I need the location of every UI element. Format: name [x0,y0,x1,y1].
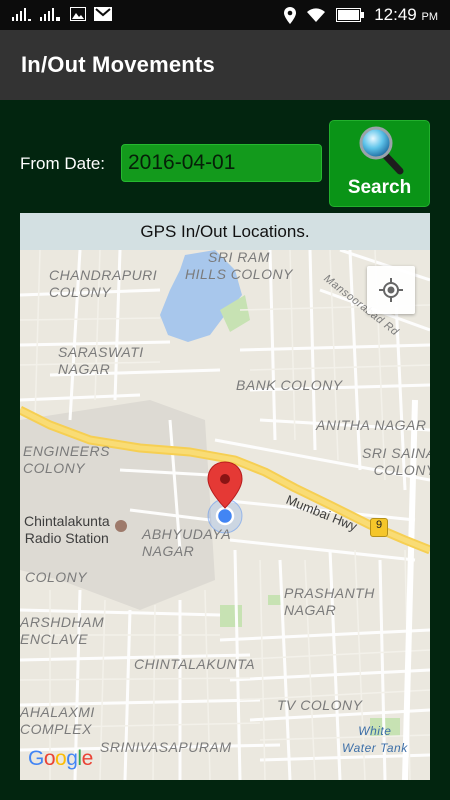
signal-2-icon [40,8,60,21]
magnifier-icon [359,126,404,175]
map-label-arshdham: ARSHDHAM ENCLAVE [20,614,105,647]
highway-shield: 9 [370,518,388,537]
map-label-sri-saina: SRI SAINA COLONY [362,445,430,478]
crosshair-icon [379,278,403,302]
map-label-srinivasapuram: SRINIVASAPURAM [100,739,232,755]
gallery-icon [70,7,86,21]
map-label-colony: COLONY [25,569,88,585]
map-label-anitha: ANITHA NAGAR [316,417,427,433]
page-title: In/Out Movements [21,52,215,77]
app-bar: In/Out Movements [0,30,450,100]
my-location-button[interactable] [367,266,415,314]
clock: 12:49 PM [374,5,438,24]
map-label-chandrapuri: CHANDRAPURI COLONY [49,267,158,300]
map-label-engineers: ENGINEERS COLONY [23,443,110,476]
status-right-icons: 12:49 PM [284,5,438,25]
map-label-abhyudaya: ABHYUDAYA NAGAR [142,526,232,559]
map-label-mahalaxmi: AHALAXMI COMPLEX [20,704,95,737]
main-content: From Date: 2016-04-01 Search GPS In/Out … [0,100,450,800]
status-left-icons [12,7,112,21]
signal-1-icon [12,8,31,21]
search-button-label: Search [347,177,412,198]
from-date-label: From Date: [20,154,106,173]
map-label-bank-colony: BANK COLONY [236,377,343,393]
google-logo: Google [28,747,93,770]
map-label-prashanth: PRASHANTH NAGAR [284,585,375,618]
map-label-tv-colony: TV COLONY [277,697,363,713]
wifi-icon [307,8,326,22]
map-label-chintalakunta: CHINTALAKUNTA [134,656,256,672]
gmail-icon [94,7,112,21]
map-label-saraswati: SARASWATI NAGAR [58,344,144,377]
map-label-white-water-tank: White Water Tank [342,724,408,755]
location-icon [284,6,297,24]
status-bar: 12:49 PM [0,0,450,30]
map-label-sri-ram: SRI RAM HILLS COLONY [185,249,293,282]
from-date-field[interactable]: 2016-04-01 [121,144,322,182]
map-label-radio-station: Chintalakunta Radio Station [24,513,110,546]
battery-icon [336,8,365,22]
map-view[interactable]: GPS In/Out Locations. CHANDRAPURI COLONY… [20,213,430,780]
map-title: GPS In/Out Locations. [20,213,430,250]
search-button[interactable]: Search [329,120,430,207]
